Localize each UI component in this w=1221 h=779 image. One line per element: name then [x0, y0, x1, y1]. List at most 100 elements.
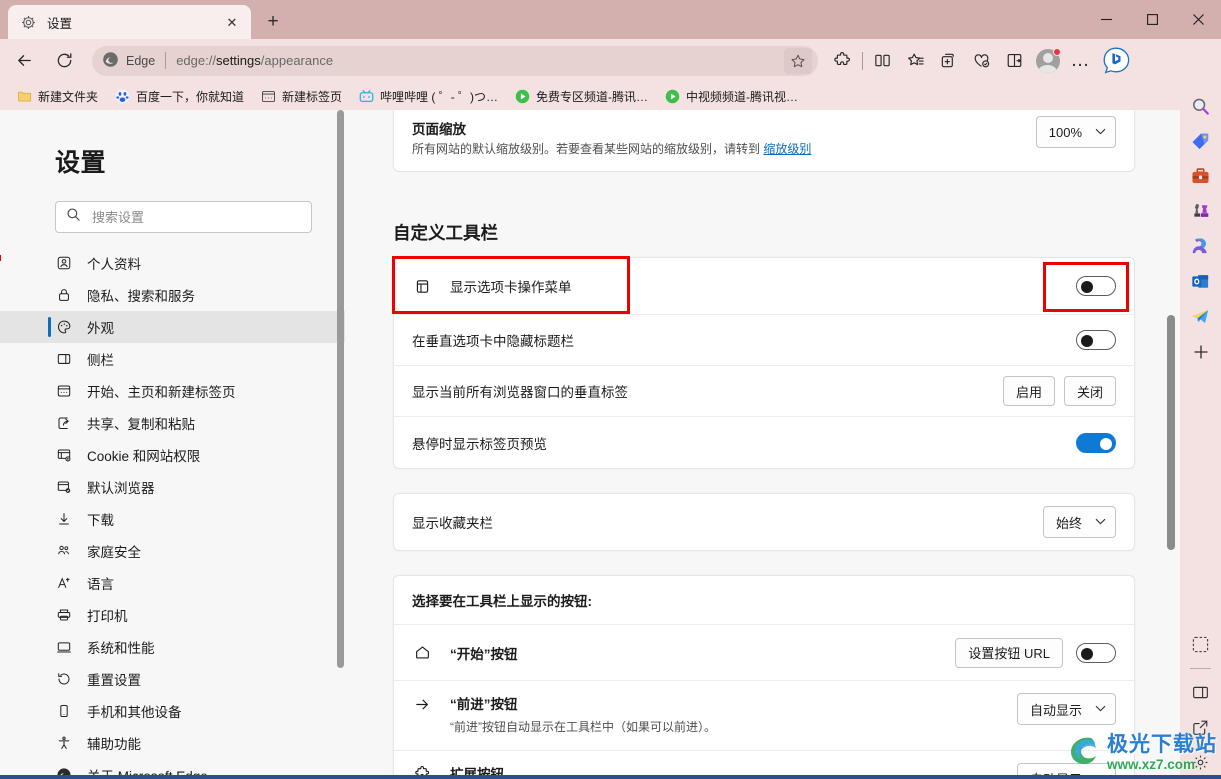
newtab-icon — [260, 88, 276, 104]
collections-icon[interactable] — [932, 45, 965, 77]
show-favorites-bar-select[interactable]: 始终 — [1042, 506, 1116, 539]
bookmark-label: 哔哩哔哩 ( ゜- ゜)つ… — [380, 89, 499, 104]
set-button-url-button[interactable]: 设置按钮 URL — [955, 637, 1063, 668]
row-show-tab-actions-menu[interactable]: 显示选项卡操作菜单 — [394, 258, 1134, 316]
toggle-hide-title-bar[interactable] — [1076, 330, 1116, 351]
briefcase-icon[interactable] — [1184, 160, 1217, 193]
telegram-icon[interactable] — [1184, 300, 1217, 333]
sidebar-item-reset[interactable]: 重置设置 — [0, 663, 345, 695]
screenshot-icon[interactable] — [1184, 628, 1217, 661]
toggle-knob — [1100, 437, 1112, 450]
sidebar-scrollbar[interactable] — [337, 110, 344, 779]
bookmark-item[interactable]: 中视频频道-腾讯视… — [658, 85, 804, 108]
address-bar[interactable]: Edge edge://settings/appearance — [92, 45, 818, 76]
row-vertical-tabs-all-windows[interactable]: 显示当前所有浏览器窗口的垂直标签 启用 关闭 — [394, 366, 1134, 418]
zoom-levels-link[interactable]: 缩放级别 — [763, 142, 811, 156]
reset-icon — [55, 670, 73, 688]
bookmark-label: 免费专区频道-腾讯… — [536, 89, 649, 104]
sidebar-item-phone[interactable]: 手机和其他设备 — [0, 695, 345, 727]
sidebar-item-languages[interactable]: 语言 — [0, 567, 345, 599]
row-hide-title-bar[interactable]: 在垂直选项卡中隐藏标题栏 — [394, 315, 1134, 367]
content-scrollbar[interactable] — [1167, 110, 1175, 779]
title-bar: 设置 ✕ + — [0, 0, 1221, 39]
copilot-icon[interactable] — [1097, 42, 1135, 80]
gear-icon — [20, 14, 37, 31]
bookmark-item[interactable]: 新建标签页 — [254, 85, 348, 108]
close-icon[interactable]: ✕ — [221, 11, 243, 33]
more-options-icon[interactable]: … — [1064, 45, 1097, 77]
read-aloud-icon[interactable] — [998, 45, 1031, 77]
new-tab-button[interactable]: + — [257, 7, 289, 37]
split-screen-icon[interactable] — [866, 45, 899, 77]
lock-icon — [55, 286, 73, 304]
sidebar-item-share[interactable]: 共享、复制和粘贴 — [0, 407, 345, 439]
sidebar-item-sidebar[interactable]: 侧栏 — [0, 343, 345, 375]
forward-arrow-icon — [412, 694, 432, 714]
back-button[interactable] — [8, 45, 40, 77]
chevron-down-icon — [1095, 126, 1106, 138]
bookmark-item[interactable]: 新建文件夹 — [10, 85, 104, 108]
row-label: “开始”按钮 — [450, 646, 518, 662]
sidebar-item-privacy[interactable]: 隐私、搜索和服务 — [0, 279, 345, 311]
split-pane-icon[interactable] — [1184, 676, 1217, 709]
close-window-button[interactable] — [1175, 0, 1221, 39]
extensions-icon[interactable] — [826, 45, 859, 77]
search-settings-box[interactable] — [55, 201, 312, 233]
sidebar-item-default-browser[interactable]: 默认浏览器 — [0, 471, 345, 503]
row-hover-tab-preview[interactable]: 悬停时显示标签页预览 — [394, 417, 1134, 468]
sidebar-item-label: 打印机 — [87, 609, 128, 624]
office-icon[interactable] — [1184, 230, 1217, 263]
sidebar-item-startpage[interactable]: 开始、主页和新建标签页 — [0, 375, 345, 407]
row-desc: “前进”按钮自动显示在工具栏中（如果可以前进）。 — [450, 720, 716, 735]
edge-sidebar-rail — [1180, 82, 1221, 779]
maximize-button[interactable] — [1129, 0, 1175, 39]
row-forward-button[interactable]: “前进”按钮 “前进”按钮自动显示在工具栏中（如果可以前进）。 自动显示 — [394, 681, 1134, 751]
add-icon[interactable] — [1184, 335, 1217, 368]
outlook-icon[interactable] — [1184, 265, 1217, 298]
browser-essentials-icon[interactable] — [965, 45, 998, 77]
profile-avatar[interactable] — [1031, 45, 1064, 77]
page-zoom-select[interactable]: 100% — [1035, 116, 1116, 148]
open-external-icon[interactable] — [1184, 711, 1217, 744]
sidebar-item-appearance[interactable]: 外观 — [0, 311, 345, 343]
content-scrollbar-thumb[interactable] — [1167, 315, 1175, 550]
minimize-button[interactable] — [1083, 0, 1129, 39]
accessibility-icon — [55, 734, 73, 752]
toolbar-buttons-heading: 选择要在工具栏上显示的按钮: — [412, 594, 592, 610]
sidebar-scrollbar-thumb[interactable] — [337, 110, 344, 668]
search-input[interactable] — [92, 209, 301, 225]
sidebar-item-system[interactable]: 系统和性能 — [0, 631, 345, 663]
disable-button[interactable]: 关闭 — [1063, 376, 1116, 407]
favorites-icon[interactable] — [899, 45, 932, 77]
show-favorites-bar-value: 始终 — [1055, 515, 1082, 531]
games-icon[interactable] — [1184, 195, 1217, 228]
address-text: edge://settings/appearance — [176, 53, 334, 68]
sidebar-item-profile[interactable]: 个人资料 — [0, 247, 345, 279]
bookmark-item[interactable]: 免费专区频道-腾讯… — [508, 85, 654, 108]
row-label: “前进”按钮 — [450, 697, 518, 713]
search-icon — [66, 207, 81, 227]
browser-window: 设置 ✕ + Edge edge://settings/appearance …… — [0, 0, 1221, 779]
row-home-button[interactable]: “开始”按钮 设置按钮 URL — [394, 625, 1134, 682]
toggle-show-tab-actions-menu[interactable] — [1076, 276, 1116, 297]
enable-button[interactable]: 启用 — [1002, 376, 1055, 407]
sidebar-item-downloads[interactable]: 下载 — [0, 503, 345, 535]
toggle-home-button[interactable] — [1076, 642, 1116, 663]
sidebar-item-cookies[interactable]: Cookie 和网站权限 — [0, 439, 345, 471]
sidebar-item-family[interactable]: 家庭安全 — [0, 535, 345, 567]
rail-divider — [1190, 668, 1211, 669]
bookmark-item[interactable]: 百度一下，你就知道 — [108, 85, 250, 108]
shopping-tag-icon[interactable] — [1184, 125, 1217, 158]
page-zoom-value: 100% — [1048, 124, 1082, 140]
search-icon[interactable] — [1184, 90, 1217, 123]
sidebar-item-printers[interactable]: 打印机 — [0, 599, 345, 631]
forward-button-select[interactable]: 自动显示 — [1016, 693, 1116, 726]
page-zoom-card: 页面缩放 所有网站的默认缩放级别。若要查看某些网站的缩放级别，请转到 缩放级别 … — [393, 110, 1135, 173]
bookmark-item[interactable]: 哔哩哔哩 ( ゜- ゜)つ… — [352, 85, 504, 108]
customize-toolbar-card: 显示选项卡操作菜单 在垂直选项卡中隐藏标题栏 显示当前所有浏览器窗口的垂直标签 … — [393, 257, 1135, 470]
reload-button[interactable] — [48, 45, 80, 77]
browser-tab-settings[interactable]: 设置 ✕ — [8, 5, 251, 39]
sidebar-item-accessibility[interactable]: 辅助功能 — [0, 727, 345, 759]
toggle-hover-tab-preview[interactable] — [1076, 432, 1116, 453]
star-icon[interactable] — [784, 47, 812, 74]
